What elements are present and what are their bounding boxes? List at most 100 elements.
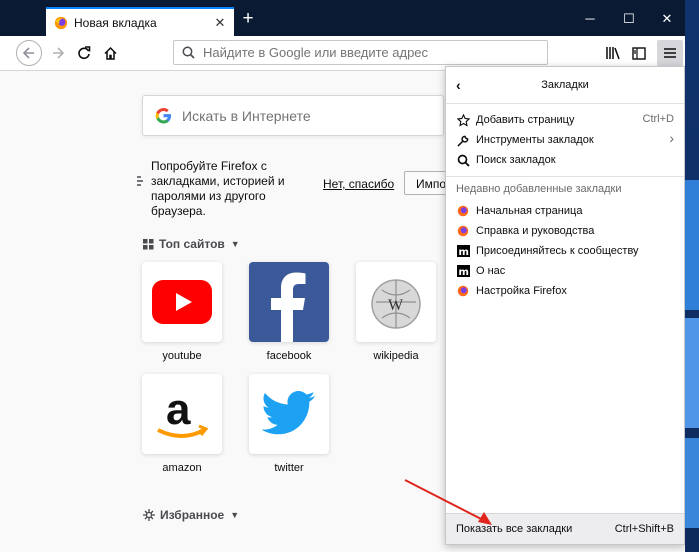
tile-name: youtube xyxy=(162,350,202,362)
menu-item-label: Поиск закладок xyxy=(476,154,556,166)
youtube-icon xyxy=(152,280,212,324)
firefox-icon xyxy=(457,225,469,237)
top-site-wikipedia[interactable]: W wikipedia xyxy=(356,262,436,362)
svg-text:m: m xyxy=(458,267,468,277)
bookmark-label: Начальная страница xyxy=(476,205,583,217)
firefox-icon xyxy=(54,16,68,29)
arrow-left-icon xyxy=(22,47,34,59)
show-all-bookmarks-button[interactable]: Показать все закладки Ctrl+Shift+B xyxy=(446,513,684,544)
url-input[interactable] xyxy=(201,44,525,61)
bookmark-item[interactable]: m О нас xyxy=(446,261,684,281)
wrench-icon xyxy=(456,135,468,147)
tile-name: amazon xyxy=(162,462,202,474)
bookmark-item[interactable]: m Присоединяйтесь к сообществу xyxy=(446,241,684,261)
facebook-icon xyxy=(271,272,306,342)
arrow-right-icon xyxy=(53,47,65,59)
svg-text:m: m xyxy=(458,247,468,257)
chevron-right-icon: › xyxy=(669,130,674,146)
bookmark-label: Присоединяйтесь к сообществу xyxy=(476,245,639,257)
back-button[interactable] xyxy=(16,40,42,66)
tile-name: wikipedia xyxy=(373,350,419,362)
maximize-button[interactable]: ☐ xyxy=(614,9,644,29)
promo-text: Попробуйте Firefox с закладками, историе… xyxy=(151,159,285,218)
sidebar-icon xyxy=(632,46,646,60)
bookmark-label: О нас xyxy=(476,265,506,277)
menu-item-label: Инструменты закладок xyxy=(476,134,594,146)
import-promo: Попробуйте Firefox с закладками, историе… xyxy=(136,159,464,218)
web-search-box[interactable]: Искать в Интернете xyxy=(142,95,444,136)
bookmark-item[interactable]: Начальная страница xyxy=(446,201,684,221)
firefox-icon xyxy=(457,285,469,297)
bookmark-item[interactable]: Справка и руководства xyxy=(446,221,684,241)
sparkle-icon xyxy=(143,509,155,521)
chevron-down-icon: ▼ xyxy=(230,510,240,520)
bookmark-item[interactable]: Настройка Firefox xyxy=(446,281,684,301)
top-sites-header[interactable]: Топ сайтов ▼ xyxy=(143,237,240,251)
library-button[interactable] xyxy=(601,41,625,65)
tile-card xyxy=(249,374,329,454)
hamburger-menu-icon xyxy=(664,48,676,58)
title-bar: Новая вкладка ✕ + ─ ☐ ✕ xyxy=(0,0,685,36)
wikipedia-icon: W xyxy=(371,279,421,329)
bookmark-label: Настройка Firefox xyxy=(476,285,567,297)
favorites-label: Избранное xyxy=(160,508,225,522)
top-site-facebook[interactable]: facebook xyxy=(249,262,329,362)
mozilla-icon: m xyxy=(456,245,470,257)
add-bookmark-item[interactable]: Добавить страницу Ctrl+D xyxy=(446,110,684,130)
minimize-button[interactable]: ─ xyxy=(575,9,605,29)
import-icon xyxy=(137,176,143,186)
mozilla-icon: m xyxy=(456,265,470,277)
tile-card xyxy=(249,262,329,342)
tab-title: Новая вкладка xyxy=(74,15,157,30)
firefox-icon xyxy=(457,205,469,217)
menu-button[interactable] xyxy=(657,40,683,66)
tab-close-icon[interactable]: ✕ xyxy=(212,15,228,31)
panel-title: Закладки xyxy=(541,79,589,91)
top-site-youtube[interactable]: youtube xyxy=(142,262,222,362)
panel-header: ‹ Закладки xyxy=(446,67,684,104)
amazon-icon: a xyxy=(157,385,209,438)
home-icon xyxy=(103,46,117,60)
footer-shortcut: Ctrl+Shift+B xyxy=(614,523,674,535)
bookmark-label: Справка и руководства xyxy=(476,225,595,237)
search-icon xyxy=(182,46,195,59)
home-button[interactable] xyxy=(98,41,122,65)
google-icon xyxy=(155,107,172,124)
top-site-twitter[interactable]: twitter xyxy=(249,374,329,474)
desktop-tile xyxy=(685,438,699,528)
url-bar[interactable] xyxy=(173,40,548,65)
shortcut-label: Ctrl+D xyxy=(642,113,674,125)
desktop-tile xyxy=(685,318,699,428)
no-thanks-link[interactable]: Нет, спасибо xyxy=(323,177,394,191)
sidebar-button[interactable] xyxy=(627,41,651,65)
grid-icon xyxy=(143,238,154,249)
tab-new-tab[interactable]: Новая вкладка ✕ xyxy=(46,7,234,36)
top-sites-label: Топ сайтов xyxy=(159,237,225,251)
svg-text:a: a xyxy=(166,385,191,434)
favorites-header[interactable]: Избранное ▼ xyxy=(143,508,239,522)
footer-label: Показать все закладки xyxy=(456,523,573,535)
reload-icon xyxy=(78,46,91,60)
menu-item-label: Добавить страницу xyxy=(476,114,575,126)
desktop-tile xyxy=(685,180,699,310)
forward-button[interactable] xyxy=(46,41,70,65)
bookmark-tools-item[interactable]: Инструменты закладок › xyxy=(446,130,684,150)
browser-window: Новая вкладка ✕ + ─ ☐ ✕ Найдите в Google… xyxy=(0,0,685,552)
recent-bookmarks-heading: Недавно добавленные закладки xyxy=(456,183,622,195)
new-tab-button[interactable]: + xyxy=(238,9,258,30)
close-window-button[interactable]: ✕ xyxy=(652,9,682,29)
chevron-left-icon[interactable]: ‹ xyxy=(456,77,461,93)
tile-card: W xyxy=(356,262,436,342)
reload-button[interactable] xyxy=(72,41,96,65)
twitter-bird-icon xyxy=(262,391,315,435)
search-bookmarks-item[interactable]: Поиск закладок xyxy=(446,150,684,170)
tile-card: a xyxy=(142,374,222,454)
tile-name: twitter xyxy=(274,462,304,474)
star-icon xyxy=(456,113,470,127)
chevron-down-icon: ▼ xyxy=(230,239,240,249)
library-icon xyxy=(606,47,620,60)
bookmarks-panel: ‹ Закладки Добавить страницу Ctrl+D Инст… xyxy=(445,66,685,545)
divider xyxy=(446,176,684,177)
search-placeholder: Искать в Интернете xyxy=(182,107,311,124)
top-site-amazon[interactable]: a amazon xyxy=(142,374,222,474)
